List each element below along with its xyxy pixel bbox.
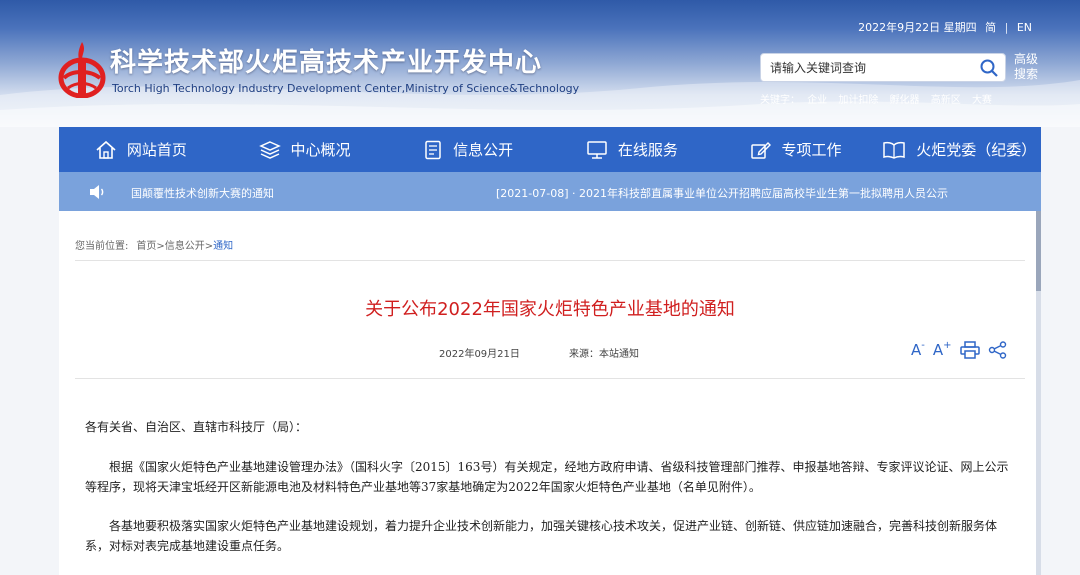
share-icon [988, 341, 1006, 359]
nav-item-home[interactable]: 网站首页 [59, 127, 223, 172]
search-icon [980, 59, 998, 77]
site-subtitle: Torch High Technology Industry Developme… [112, 82, 580, 95]
notice-bar: 国颠覆性技术创新大赛的通知 [2021-07-08] · 2021年科技部直属事… [59, 172, 1041, 211]
home-icon [96, 140, 116, 159]
torch-logo [58, 42, 106, 98]
notice-link[interactable]: [2021-07-08] · 2021年科技部直属事业单位公开招聘应届高校毕业生… [496, 185, 948, 201]
nav-item-label: 专项工作 [781, 141, 842, 159]
breadcrumb: 您当前位置: 首页>信息公开>通知 [75, 237, 233, 252]
divider [75, 378, 1025, 379]
share-button[interactable] [988, 341, 1008, 359]
breadcrumb-home-link[interactable]: 首页 [136, 241, 156, 252]
breadcrumb-separator: > [156, 241, 165, 252]
search-button[interactable] [973, 54, 1005, 81]
font-decrease-letter: A [911, 341, 922, 359]
lang-separator: | [1004, 21, 1009, 34]
font-decrease-button[interactable]: A- [911, 340, 925, 360]
breadcrumb-separator: > [204, 241, 214, 252]
article-source: 来源：本站通知 [569, 349, 639, 360]
nav-item-label: 信息公开 [453, 141, 514, 159]
lang-english-link[interactable]: EN [1017, 21, 1032, 34]
current-date: 2022年9月22日 星期四 [858, 21, 977, 34]
lang-simplified-link[interactable]: 简 [985, 21, 996, 34]
keyword-link[interactable]: 加计扣除 [838, 95, 878, 106]
article-salutation: 各有关省、自治区、直辖市科技厅（局）： [85, 420, 308, 434]
search-input[interactable] [761, 54, 973, 81]
article-panel: 您当前位置: 首页>信息公开>通知 关于公布2022年国家火炬特色产业基地的通知 … [59, 211, 1041, 575]
nav-item-overview[interactable]: 中心概况 [223, 127, 387, 172]
site-header: 科学技术部火炬高技术产业开发中心 Torch High Technology I… [0, 0, 1080, 127]
hot-keywords: 关键字： 企业 加计扣除 孵化器 高新区 大赛 [760, 91, 1000, 106]
font-increase-button[interactable]: A + [932, 340, 952, 360]
layers-icon [258, 140, 281, 159]
nav-item-party-committee[interactable]: 火炬党委（纪委） [877, 127, 1041, 172]
notice-link[interactable]: 国颠覆性技术创新大赛的通知 [131, 185, 274, 201]
print-icon [959, 341, 980, 359]
nav-item-label: 中心概况 [290, 141, 351, 159]
advanced-search-link[interactable]: 高级搜索 [1014, 52, 1044, 82]
keyword-link[interactable]: 企业 [807, 95, 827, 106]
nav-item-label: 火炬党委（纪委） [916, 141, 1037, 159]
article-paragraph: 根据《国家火炬特色产业基地建设管理办法》（国科火字〔2015〕163号）有关规定… [85, 460, 1009, 494]
nav-item-special-work[interactable]: 专项工作 [714, 127, 878, 172]
keyword-link[interactable]: 高新区 [931, 95, 961, 106]
article-paragraph: 各基地要积极落实国家火炬特色产业基地建设规划，着力提升企业技术创新能力，加强关键… [85, 519, 998, 553]
scrollbar-thumb[interactable] [1036, 211, 1041, 291]
keyword-link[interactable]: 大赛 [972, 95, 992, 106]
edit-icon [750, 141, 771, 159]
keyword-link[interactable]: 孵化器 [890, 95, 920, 106]
top-bar: 2022年9月22日 星期四 简 | EN [853, 19, 1032, 35]
breadcrumb-current-link[interactable]: 通知 [213, 241, 233, 252]
font-increase-sign: + [943, 340, 952, 351]
monitor-icon [587, 140, 607, 159]
nav-item-label: 在线服务 [617, 141, 678, 159]
divider [75, 260, 1025, 261]
search-box [760, 53, 1006, 82]
main-nav: 网站首页 中心概况 信息公开 在线服务 专项工作 火炬党委（纪委） [59, 127, 1041, 172]
nav-item-info-disclosure[interactable]: 信息公开 [386, 127, 550, 172]
site-title: 科学技术部火炬高技术产业开发中心 [110, 48, 543, 78]
article-title: 关于公布2022年国家火炬特色产业基地的通知 [365, 299, 735, 320]
book-icon [883, 141, 905, 159]
font-increase-letter: A [932, 341, 944, 359]
article-date: 2022年09月21日 [439, 349, 520, 360]
speaker-icon [90, 185, 104, 199]
document-icon [425, 140, 441, 159]
font-decrease-sign: - [921, 340, 925, 351]
breadcrumb-section-link[interactable]: 信息公开 [165, 241, 205, 252]
print-button[interactable] [959, 341, 980, 359]
nav-item-label: 网站首页 [126, 141, 187, 159]
keywords-label: 关键字： [760, 95, 800, 106]
article-tools: A- A + [911, 341, 1016, 359]
nav-item-online-service[interactable]: 在线服务 [550, 127, 714, 172]
breadcrumb-label: 您当前位置: [75, 241, 129, 252]
